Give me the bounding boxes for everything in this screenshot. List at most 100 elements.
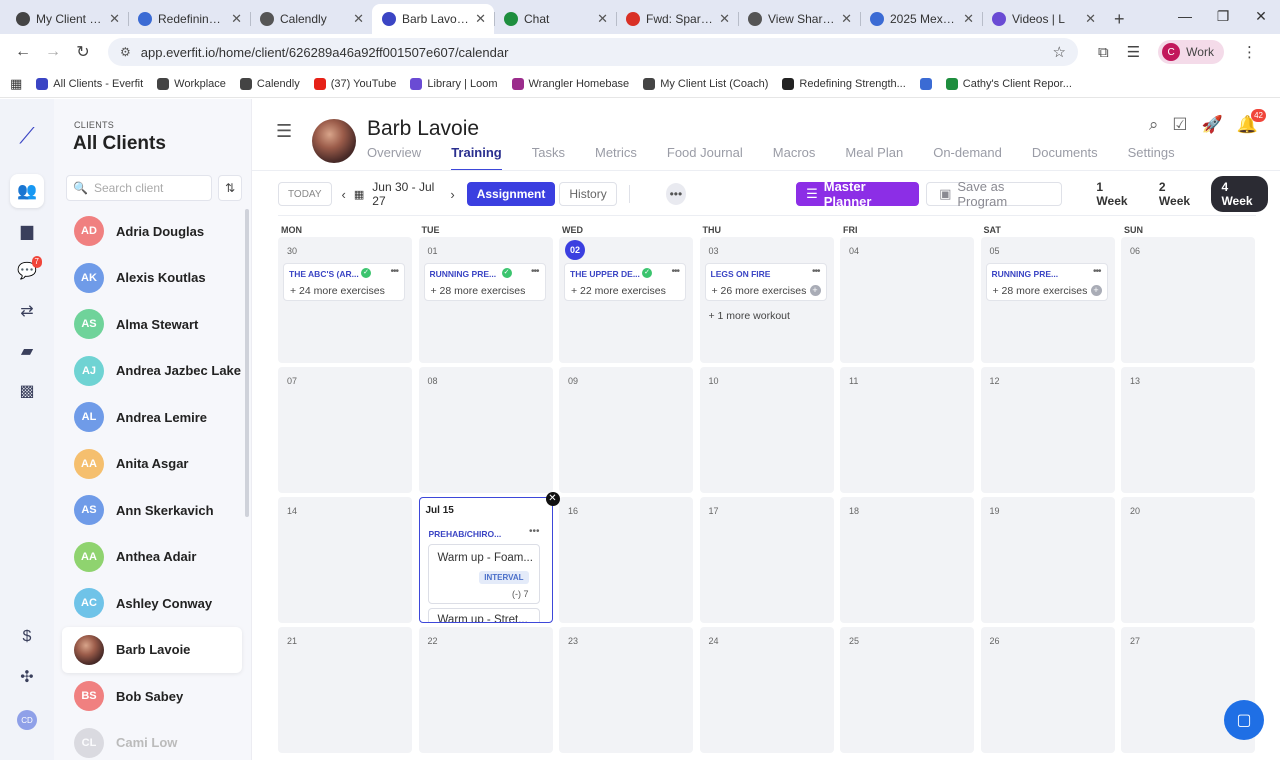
close-tab-icon[interactable]: ✕ — [109, 11, 120, 27]
teams-icon[interactable]: ▩ — [10, 374, 44, 408]
expanded-day-cell[interactable]: Jul 15 PREHAB/CHIRO... ••• Warm up - Foa… — [419, 497, 553, 623]
add-exercise-icon[interactable]: + — [810, 285, 821, 296]
client-list-item[interactable]: CLCami Low — [62, 720, 242, 766]
calendar-day-cell[interactable]: 04 — [840, 237, 974, 363]
account-avatar[interactable]: CD — [10, 703, 44, 737]
today-button[interactable]: TODAY — [278, 182, 332, 206]
calendar-day-cell[interactable]: 21 — [278, 627, 412, 753]
next-icon[interactable]: › — [450, 187, 454, 202]
client-search[interactable]: 🔍 Search client — [66, 175, 212, 201]
close-tab-icon[interactable]: ✕ — [353, 11, 364, 27]
close-tab-icon[interactable]: ✕ — [841, 11, 852, 27]
calendar-day-cell[interactable]: 30THE ABC'S (AR...✓•••+ 24 more exercise… — [278, 237, 412, 363]
calendar-day-cell[interactable]: 09 — [559, 367, 693, 493]
client-list-item[interactable]: BSBob Sabey — [62, 673, 242, 720]
client-tab[interactable]: Meal Plan — [845, 145, 903, 160]
calendar-day-cell[interactable]: 07 — [278, 367, 412, 493]
client-tab[interactable]: Training — [451, 145, 502, 160]
calendar-day-cell[interactable]: 03LEGS ON FIRE•••+ 26 more exercises++ 1… — [700, 237, 834, 363]
community-icon[interactable]: ✣ — [10, 660, 44, 694]
client-tab[interactable]: Metrics — [595, 145, 637, 160]
browser-tab[interactable]: View Shared V✕ — [738, 4, 860, 34]
calendar-day-cell[interactable]: 08 — [419, 367, 553, 493]
client-list-item[interactable]: AJAndrea Jazbec Lake — [62, 348, 242, 395]
tab-search-icon[interactable]: ⧉ — [1098, 44, 1109, 61]
workout-menu-icon[interactable]: ••• — [529, 526, 540, 537]
close-tab-icon[interactable]: ✕ — [597, 11, 608, 27]
calendar-day-cell[interactable]: 11 — [840, 367, 974, 493]
calendar-day-cell[interactable]: 10 — [700, 367, 834, 493]
client-list-item[interactable]: AKAlexis Koutlas — [62, 255, 242, 302]
automation-icon[interactable]: ⇄ — [10, 294, 44, 328]
add-exercise-icon[interactable]: + — [1091, 285, 1102, 296]
client-tab[interactable]: Documents — [1032, 145, 1098, 160]
calendar-day-cell[interactable]: 05RUNNING PRE...•••+ 28 more exercises+ — [981, 237, 1115, 363]
client-tab[interactable]: Tasks — [532, 145, 565, 160]
calendar-day-cell[interactable]: 24 — [700, 627, 834, 753]
week-toggle-option[interactable]: 1 Week — [1086, 176, 1143, 212]
week-toggle-option[interactable]: 2 Week — [1149, 176, 1206, 212]
client-tab[interactable]: Food Journal — [667, 145, 743, 160]
folder-icon[interactable]: ▰ — [10, 334, 44, 368]
date-range-label[interactable]: Jun 30 - Jul 27 — [372, 180, 442, 208]
browser-tab[interactable]: Videos | L✕ — [982, 4, 1104, 34]
calendar-icon[interactable]: ▦ — [354, 188, 364, 201]
assignment-button[interactable]: Assignment — [467, 182, 556, 206]
bookmark-item[interactable]: (37) YouTube — [314, 78, 397, 90]
url-field[interactable]: ⚙ app.everfit.io/home/client/626289a46a9… — [108, 38, 1078, 66]
minimize-icon[interactable]: — — [1166, 0, 1204, 32]
bookmark-item[interactable]: Calendly — [240, 78, 300, 90]
calendar-day-cell[interactable]: 17 — [700, 497, 834, 623]
close-tab-icon[interactable]: ✕ — [963, 11, 974, 27]
browser-tab[interactable]: 2025 Mexico✕ — [860, 4, 982, 34]
close-tab-icon[interactable]: ✕ — [475, 11, 486, 27]
workout-card[interactable]: THE ABC'S (AR...✓•••+ 24 more exercises — [283, 263, 405, 301]
back-icon[interactable]: ← — [8, 43, 38, 61]
calendar-day-cell[interactable]: 14 — [278, 497, 412, 623]
client-list-item[interactable]: ADAdria Douglas — [62, 208, 242, 255]
exercise-card[interactable]: Warm up - Foam... INTERVAL (-) 7 — [428, 544, 540, 604]
close-expanded-icon[interactable]: ✕ — [546, 492, 560, 506]
exercise-card[interactable]: Warm up - Stret... — [428, 608, 540, 623]
client-list-item[interactable]: ACAshley Conway — [62, 580, 242, 627]
rocket-icon[interactable]: 🚀 — [1202, 115, 1223, 135]
close-tab-icon[interactable]: ✕ — [719, 11, 730, 27]
calendar-day-cell[interactable]: 12 — [981, 367, 1115, 493]
tasks-icon[interactable]: ☑ — [1172, 115, 1187, 135]
browser-tab[interactable]: My Client List✕ — [6, 4, 128, 34]
more-options-icon[interactable]: ••• — [666, 183, 686, 205]
workout-menu-icon[interactable]: ••• — [531, 266, 539, 277]
more-menu-icon[interactable]: ⋮ — [1242, 43, 1257, 61]
calendar-day-cell[interactable]: 25 — [840, 627, 974, 753]
calendar-day-cell[interactable]: 02THE UPPER DE...✓•••+ 22 more exercises — [559, 237, 693, 363]
more-workout-link[interactable]: + 1 more workout — [709, 310, 790, 322]
everfit-logo-icon[interactable]: ⟋ — [10, 119, 44, 153]
forward-icon[interactable]: → — [38, 43, 68, 61]
clients-icon[interactable]: 👥 — [10, 174, 44, 208]
bookmark-item[interactable]: Library | Loom — [410, 78, 497, 90]
save-as-program-button[interactable]: ▣Save as Program — [926, 182, 1062, 206]
week-toggle-option[interactable]: 4 Week — [1211, 176, 1268, 212]
workout-card[interactable]: RUNNING PRE...✓•••+ 28 more exercises — [424, 263, 546, 301]
site-info-icon[interactable]: ⚙ — [120, 45, 131, 59]
profile-button[interactable]: C Work — [1158, 40, 1224, 64]
close-window-icon[interactable]: ✕ — [1242, 0, 1280, 32]
new-tab-icon[interactable]: + — [1104, 4, 1135, 34]
calendar-day-cell[interactable]: 01RUNNING PRE...✓•••+ 28 more exercises — [419, 237, 553, 363]
browser-tab[interactable]: Calendly✕ — [250, 4, 372, 34]
calendar-day-cell[interactable]: 26 — [981, 627, 1115, 753]
browser-tab[interactable]: Fwd: Spark M✕ — [616, 4, 738, 34]
calendar-day-cell[interactable]: 06 — [1121, 237, 1255, 363]
bookmark-item[interactable]: All Clients - Everfit — [36, 78, 143, 90]
calendar-day-cell[interactable]: 18 — [840, 497, 974, 623]
restore-icon[interactable]: ❐ — [1204, 0, 1242, 32]
calendar-day-cell[interactable]: 13 — [1121, 367, 1255, 493]
browser-tab[interactable]: Chat✕ — [494, 4, 616, 34]
bookmark-item[interactable] — [920, 78, 932, 90]
calendar-day-cell[interactable]: 22 — [419, 627, 553, 753]
bookmark-item[interactable]: Wrangler Homebase — [512, 78, 630, 90]
apps-grid-icon[interactable]: ▦ — [10, 76, 22, 92]
history-button[interactable]: History — [559, 182, 616, 206]
expanded-workout-title[interactable]: PREHAB/CHIRO... — [429, 529, 502, 539]
client-tab[interactable]: Overview — [367, 145, 421, 160]
